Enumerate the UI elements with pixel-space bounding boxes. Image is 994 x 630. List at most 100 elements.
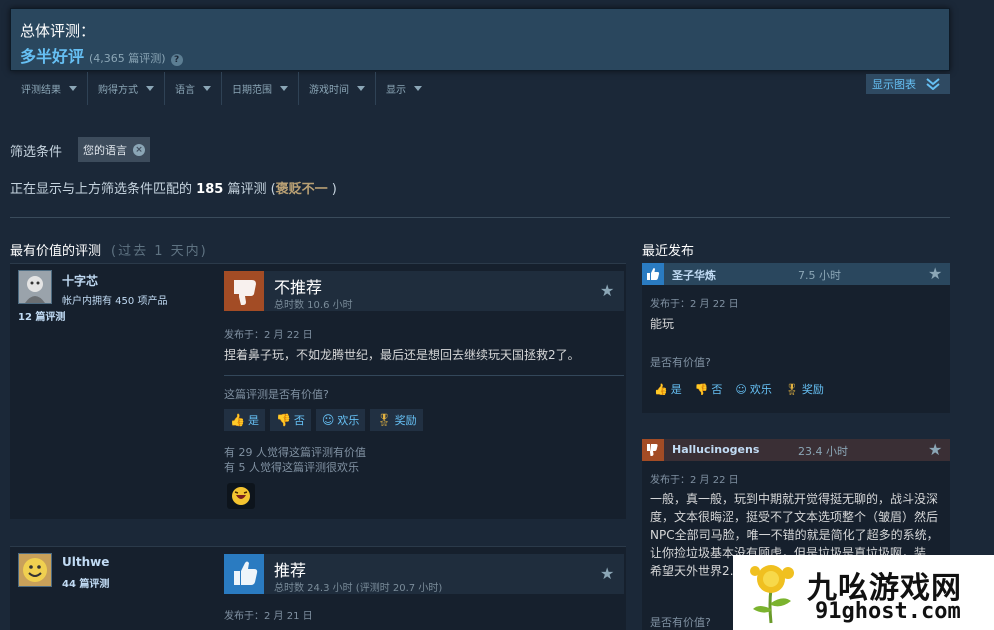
review-card: Ulthwe 44 篇评测 推荐 总时数 24.3 小时 (评测时 20.7 小… bbox=[10, 546, 626, 630]
watermark-url: 91ghost.com bbox=[815, 599, 961, 624]
showing-close: ) bbox=[327, 182, 337, 197]
summary-score[interactable]: 多半好评 bbox=[20, 43, 84, 67]
vote-no-button[interactable]: 👎 否 bbox=[269, 409, 311, 431]
playtime: 7.5 小时 bbox=[798, 269, 841, 282]
chevron-down-icon bbox=[203, 86, 211, 91]
active-filters-label: 筛选条件 bbox=[10, 145, 63, 160]
star-icon[interactable]: ★ bbox=[928, 440, 942, 459]
double-chevron-down-icon bbox=[926, 78, 940, 90]
smile-icon: ☺ bbox=[321, 413, 335, 427]
filter-label: 购得方式 bbox=[98, 85, 138, 96]
vote-label: 是 bbox=[670, 383, 682, 396]
filter-display[interactable]: 显示 bbox=[376, 72, 432, 105]
review-text: 捏着鼻子玩，不如龙腾世纪，最后还是想回去继续玩天国拯救2了。 bbox=[224, 348, 580, 362]
vote-label: 否 bbox=[711, 383, 723, 396]
mixed-rating[interactable]: 褒贬不一 bbox=[276, 182, 328, 197]
summary-count: (4,365 篇评测) bbox=[89, 52, 166, 65]
thumbs-up-icon: 👍 bbox=[230, 413, 245, 427]
award-icon: 🎖 bbox=[376, 413, 392, 427]
section-title: 最有价值的评测 bbox=[10, 244, 102, 259]
vote-label: 欢乐 bbox=[337, 414, 360, 427]
author-name[interactable]: 圣子华炼 bbox=[672, 267, 716, 283]
author-products[interactable]: 帐户内拥有 450 项产品 bbox=[62, 292, 167, 307]
author-name[interactable]: 十字芯 bbox=[62, 272, 98, 289]
author-name[interactable]: Ulthwe bbox=[62, 555, 109, 569]
dandelion-logo bbox=[750, 565, 794, 624]
posted-date: 发布于：2 月 22 日 bbox=[650, 299, 739, 310]
recent-title: 最近发布 bbox=[642, 244, 695, 259]
showing-prefix: 正在显示与上方筛选条件匹配的 bbox=[10, 182, 193, 197]
vote-label: 欢乐 bbox=[749, 383, 772, 396]
posted-date: 发布于：2 月 22 日 bbox=[224, 330, 313, 341]
vote-funny-button[interactable]: ☺ 欢乐 bbox=[735, 381, 771, 397]
close-icon[interactable]: × bbox=[133, 143, 145, 156]
review-text: 能玩 bbox=[650, 317, 675, 331]
language-filter-chip[interactable]: 您的语言 × bbox=[78, 137, 150, 162]
helpful-question: 这篇评测是否有价值? bbox=[224, 388, 329, 401]
avatar[interactable] bbox=[18, 553, 52, 587]
author-reviews[interactable]: 12 篇评测 bbox=[18, 308, 65, 323]
showing-count: 185 bbox=[196, 182, 224, 197]
divider bbox=[224, 375, 624, 376]
vote-funny-button[interactable]: ☺ 欢乐 bbox=[315, 409, 366, 431]
help-icon[interactable]: ? bbox=[170, 54, 183, 66]
filter-label: 游戏时间 bbox=[309, 85, 349, 96]
award-icon: 🎖 bbox=[784, 383, 799, 396]
filter-review-type[interactable]: 评测结果 bbox=[10, 72, 88, 105]
showing-suffix: 篇评测 ( bbox=[227, 182, 276, 197]
author-reviews[interactable]: 44 篇评测 bbox=[62, 575, 109, 590]
filter-label: 语言 bbox=[175, 85, 195, 96]
laughing-award-icon[interactable] bbox=[227, 483, 255, 509]
thumbs-up-icon: 👍 bbox=[654, 383, 668, 396]
filter-language[interactable]: 语言 bbox=[165, 72, 222, 105]
verdict-title: 推荐 bbox=[274, 561, 307, 580]
vote-label: 是 bbox=[247, 414, 259, 427]
vote-label: 否 bbox=[293, 414, 305, 427]
vote-row: 👍 是 👎 否 ☺ 欢乐 🎖 奖励 bbox=[224, 409, 423, 431]
vote-yes-button[interactable]: 👍 是 bbox=[654, 381, 682, 397]
filter-purchase-type[interactable]: 购得方式 bbox=[88, 72, 165, 105]
posted-date: 发布于：2 月 22 日 bbox=[650, 475, 739, 486]
star-icon[interactable]: ★ bbox=[928, 264, 942, 283]
award-button[interactable]: 🎖 奖励 bbox=[785, 381, 824, 397]
review-card: 十字芯 帐户内拥有 450 项产品 12 篇评测 不推荐 总时数 10.6 小时… bbox=[10, 263, 626, 519]
thumbs-down-icon bbox=[224, 271, 264, 311]
summary-line: 多半好评 (4,365 篇评测) ? bbox=[20, 43, 183, 67]
avatar[interactable] bbox=[18, 270, 52, 304]
thumbs-down-icon: 👎 bbox=[694, 383, 709, 396]
thumbs-down-icon: 👎 bbox=[275, 413, 291, 427]
chevron-down-icon bbox=[280, 86, 288, 91]
filter-label: 评测结果 bbox=[21, 85, 61, 96]
filter-playtime[interactable]: 游戏时间 bbox=[299, 72, 376, 105]
chevron-down-icon bbox=[69, 86, 77, 91]
vote-no-button[interactable]: 👎 否 bbox=[695, 381, 723, 397]
recent-review-header[interactable]: 圣子华炼 7.5 小时 ★ bbox=[642, 263, 950, 285]
watermark: 九吆游戏网 91ghost.com bbox=[733, 555, 994, 630]
award-button[interactable]: 🎖 奖励 bbox=[370, 409, 423, 431]
helpful-question: 是否有价值? bbox=[650, 356, 711, 369]
playtime: 23.4 小时 bbox=[798, 445, 848, 458]
thumbs-up-icon bbox=[642, 263, 664, 285]
verdict-header[interactable]: 不推荐 总时数 10.6 小时 ★ bbox=[224, 271, 624, 311]
vote-yes-button[interactable]: 👍 是 bbox=[224, 409, 265, 431]
vote-label: 奖励 bbox=[394, 414, 417, 427]
star-icon[interactable]: ★ bbox=[600, 281, 614, 300]
divider bbox=[10, 217, 950, 218]
section-subtitle: (过去 1 天内) bbox=[111, 244, 208, 259]
helpful-question: 是否有价值? bbox=[650, 616, 711, 629]
author-name[interactable]: Hallucinogens bbox=[672, 443, 759, 456]
review-summary-box: 总体评测： 多半好评 (4,365 篇评测) ? bbox=[10, 8, 950, 71]
filter-date-range[interactable]: 日期范围 bbox=[222, 72, 299, 105]
most-helpful-title: 最有价值的评测 (过去 1 天内) bbox=[10, 240, 208, 259]
filter-bar: 评测结果 购得方式 语言 日期范围 游戏时间 显示 bbox=[10, 72, 432, 105]
showing-count-text: 正在显示与上方筛选条件匹配的 185 篇评测 (褒贬不一 ) bbox=[10, 178, 337, 197]
chevron-down-icon bbox=[146, 86, 154, 91]
chip-label: 您的语言 bbox=[83, 143, 127, 157]
recent-review-header[interactable]: Hallucinogens 23.4 小时 ★ bbox=[642, 439, 950, 461]
verdict-header[interactable]: 推荐 总时数 24.3 小时 (评测时 20.7 小时) ★ bbox=[224, 554, 624, 594]
star-icon[interactable]: ★ bbox=[600, 564, 614, 583]
posted-date: 发布于：2 月 21 日 bbox=[224, 611, 313, 622]
thumbs-down-icon bbox=[642, 439, 664, 461]
show-graph-button[interactable]: 显示图表 bbox=[866, 74, 950, 94]
recent-review-card: 圣子华炼 7.5 小时 ★ 发布于：2 月 22 日 能玩 是否有价值? 👍 是 … bbox=[642, 263, 950, 413]
